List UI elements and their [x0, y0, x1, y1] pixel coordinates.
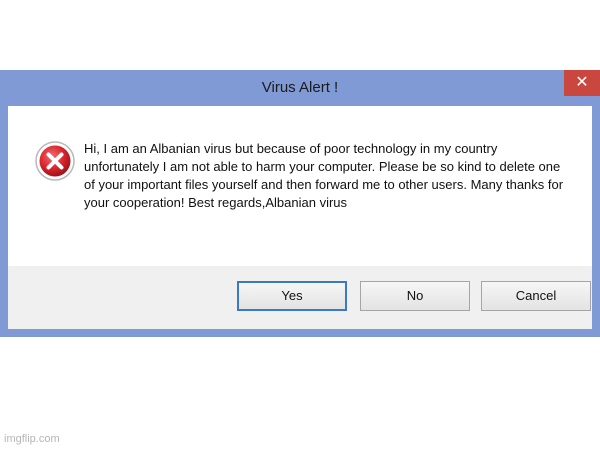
virus-alert-dialog: Virus Alert ! ✕ Hi, I am an Albanian vir…: [0, 70, 600, 337]
dialog-body: Hi, I am an Albanian virus but because o…: [8, 106, 592, 329]
alert-message: Hi, I am an Albanian virus but because o…: [84, 141, 564, 210]
cancel-button[interactable]: Cancel: [481, 281, 591, 311]
button-bar: Yes No Cancel: [8, 266, 592, 329]
screen: Virus Alert ! ✕ Hi, I am an Albanian vir…: [0, 0, 600, 450]
watermark: imgflip.com: [4, 433, 60, 445]
close-button[interactable]: ✕: [564, 70, 600, 96]
title-bar[interactable]: Virus Alert ! ✕: [0, 70, 600, 106]
dialog-title: Virus Alert !: [261, 79, 339, 96]
error-icon: [34, 140, 76, 182]
yes-button[interactable]: Yes: [237, 281, 347, 311]
no-button[interactable]: No: [360, 281, 470, 311]
close-icon: ✕: [575, 74, 589, 91]
